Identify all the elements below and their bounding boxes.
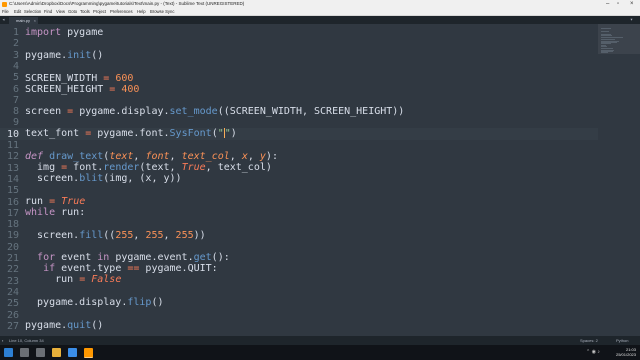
line-number: 4 [12, 60, 19, 72]
maximize-icon[interactable]: ▫ [617, 0, 619, 8]
line-number: 13 [6, 162, 19, 174]
line-number: 16 [6, 196, 19, 208]
line-number: 18 [6, 219, 19, 231]
tab-bar: ◂ main.py × ▾ [0, 16, 640, 24]
line-number: 6 [12, 83, 19, 95]
tab-main-py[interactable]: main.py × [9, 17, 38, 24]
code-line: import pygame [25, 27, 104, 38]
line-number: 10 [6, 128, 19, 140]
start-icon[interactable] [4, 348, 13, 357]
menu-file[interactable]: File [2, 8, 9, 15]
menu-edit[interactable]: Edit [14, 8, 21, 15]
menu-project[interactable]: Project [93, 8, 106, 15]
menu-find[interactable]: Find [44, 8, 52, 15]
line-number: 11 [6, 140, 19, 151]
code-editor[interactable]: 1 2 3 4 5 6 7 8 9 10 11 12 13 14 15 16 17 18 19 20 21 22 23 24 2… [0, 24, 598, 336]
line-number: 20 [6, 241, 19, 253]
code-line: SCREEN_HEIGHT = 400 [25, 84, 140, 95]
line-number: 19 [6, 230, 19, 242]
line-number: 8 [12, 106, 19, 118]
code-line: pygame.quit() [25, 320, 104, 331]
tab-label: main.py [16, 18, 31, 23]
line-number: 9 [12, 117, 19, 129]
code-line: screen.blit(img, (x, y)) [25, 173, 182, 184]
window-title: C:\Users\Admin\Dropbox\Docs\Programming\… [9, 1, 245, 6]
line-number: 27 [6, 320, 19, 332]
taskbar: ⌃ ◉ ♪ 21:03 25/01/2023 [0, 345, 640, 360]
text-cursor [223, 128, 225, 138]
status-indentation[interactable]: Spaces: 2 [580, 336, 598, 345]
browser-icon[interactable] [68, 348, 77, 357]
line-number: 17 [6, 207, 19, 219]
menu-tools[interactable]: Tools [80, 8, 90, 15]
line-number: 3 [12, 49, 19, 61]
menu-view[interactable]: View [56, 8, 65, 15]
menu-bar: File Edit Selection Find View Goto Tools… [0, 8, 640, 16]
minimize-icon[interactable]: – [606, 0, 609, 8]
line-number: 24 [6, 286, 19, 298]
sublime-text-icon [2, 1, 7, 7]
tab-list-icon[interactable]: ▾ [630, 16, 633, 24]
code-line: text_font = pygame.font.SysFont("") [25, 128, 237, 139]
line-number: 2 [12, 38, 19, 50]
tab-close-icon[interactable]: × [34, 17, 36, 24]
status-bar: ▪ Line 10, Column 34 Spaces: 2 Python [0, 336, 640, 345]
code-line: pygame.display.flip() [25, 297, 164, 308]
search-icon[interactable] [20, 348, 29, 357]
line-number: 7 [12, 94, 19, 106]
status-icon: ▪ [2, 338, 4, 343]
tray-icons[interactable]: ⌃ ◉ ♪ [586, 349, 600, 355]
code-line: screen = pygame.display.set_mode((SCREEN… [25, 106, 405, 117]
menu-selection[interactable]: Selection [24, 8, 41, 15]
code-line: while run: [25, 207, 86, 218]
status-syntax[interactable]: Python [616, 336, 628, 345]
menu-help[interactable]: Help [137, 8, 146, 15]
line-number: 25 [6, 298, 19, 310]
line-number: 21 [6, 253, 19, 264]
menu-preferences[interactable]: Preferences [110, 8, 133, 15]
status-position: Line 10, Column 34 [9, 338, 44, 343]
code-line: screen.fill((255, 255, 255)) [25, 230, 206, 241]
code-line: pygame.init() [25, 50, 104, 61]
code-line: run = False [25, 274, 122, 285]
close-icon[interactable]: × [630, 0, 634, 8]
line-number: 12 [6, 151, 19, 163]
line-number: 15 [6, 185, 19, 197]
sublime-text-taskbar-icon[interactable] [84, 348, 93, 358]
minimap[interactable] [598, 24, 640, 336]
menu-browse-sync[interactable]: Browse Sync [150, 8, 174, 15]
task-view-icon[interactable] [36, 348, 45, 357]
taskbar-clock[interactable]: 21:03 25/01/2023 [616, 347, 636, 357]
tab-scroll-left-icon[interactable]: ◂ [2, 16, 5, 24]
file-explorer-icon[interactable] [52, 348, 61, 357]
line-number: 26 [6, 309, 19, 321]
line-number: 5 [12, 72, 19, 84]
line-number: 14 [6, 173, 19, 185]
line-number: 23 [6, 275, 19, 287]
line-number: 22 [6, 264, 19, 276]
clock-date: 25/01/2023 [615, 352, 636, 357]
menu-goto[interactable]: Goto [68, 8, 77, 15]
line-number: 1 [12, 27, 19, 38]
title-bar: C:\Users\Admin\Dropbox\Docs\Programming\… [0, 0, 640, 8]
